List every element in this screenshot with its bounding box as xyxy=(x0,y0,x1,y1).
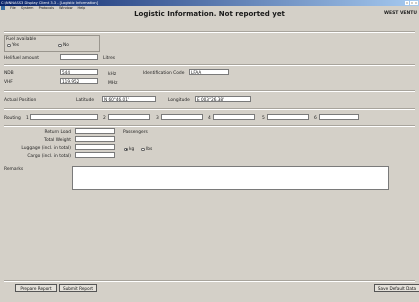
page-title: Logistic Information. Not reported yet xyxy=(134,10,285,18)
helifuel-label: Helifuel amount xyxy=(4,56,40,61)
footer-divider xyxy=(4,280,415,282)
remarks-label: Remarks xyxy=(4,167,24,172)
vhf-unit: MHz xyxy=(108,81,118,86)
fuel-yes-label: Yes xyxy=(12,43,20,48)
luggage-input[interactable] xyxy=(75,144,115,150)
ndb-unit: kHz xyxy=(108,72,117,77)
ndb-label: NDB xyxy=(4,71,14,76)
routing-point-input[interactable] xyxy=(161,114,203,120)
vhf-label: VHF xyxy=(4,80,13,85)
routing-point-input[interactable] xyxy=(267,114,309,120)
cargo-input[interactable] xyxy=(75,152,115,158)
ndb-input[interactable]: 544 xyxy=(60,69,98,75)
title-divider xyxy=(4,31,415,33)
luggage-label: Luggage (incl. in total) xyxy=(21,146,71,151)
cargo-label: Cargo (incl. in total) xyxy=(27,154,71,159)
routing-point-number: 1 xyxy=(26,116,29,121)
section-divider xyxy=(4,64,415,66)
identification-code-label: Identification Code xyxy=(143,71,185,76)
section-divider xyxy=(4,108,415,110)
routing-point-number: 3 xyxy=(156,116,159,121)
routing-point-number: 2 xyxy=(103,116,106,121)
prepare-report-button[interactable]: Prepare Report xyxy=(15,284,57,292)
routing-point-input[interactable] xyxy=(319,114,359,120)
routing-point-number: 4 xyxy=(208,116,211,121)
actual-position-label: Actual Position xyxy=(4,98,37,103)
total-weight-input[interactable] xyxy=(75,136,115,142)
section-divider xyxy=(4,90,415,92)
submit-report-button[interactable]: Submit Report xyxy=(59,284,97,292)
longitude-label: Longitude xyxy=(168,98,190,103)
total-weight-label: Total Weight xyxy=(44,138,71,143)
unit-kg-radio[interactable] xyxy=(124,147,128,151)
routing-point-number: 6 xyxy=(314,116,317,121)
fuel-yes-radio[interactable] xyxy=(7,43,11,47)
return-load-label: Return Load xyxy=(44,130,72,135)
fuel-no-label: No xyxy=(63,43,69,48)
fuel-no-radio[interactable] xyxy=(58,43,62,47)
routing-point-input[interactable] xyxy=(108,114,150,120)
routing-label: Routing xyxy=(4,116,21,121)
installation-name: WEST VENTU xyxy=(384,11,417,16)
routing-point-input[interactable] xyxy=(30,114,98,120)
fuel-available-label: Fuel available xyxy=(6,37,37,42)
maximize-icon[interactable] xyxy=(409,1,414,5)
section-divider xyxy=(4,125,415,127)
window-title: C:\NNNASS3 Display Client 3.3 - [Logisti… xyxy=(1,1,99,5)
minimize-icon[interactable] xyxy=(405,1,409,5)
identification-code-input[interactable]: LFAA xyxy=(189,69,229,75)
return-load-input[interactable] xyxy=(75,128,115,134)
save-default-data-button[interactable]: Save Default Data xyxy=(374,284,419,292)
unit-lbs-label: lbs xyxy=(146,147,153,152)
routing-point-number: 5 xyxy=(262,116,265,121)
helifuel-input[interactable] xyxy=(60,54,98,60)
longitude-input[interactable]: E 003°26.38' xyxy=(195,96,251,102)
unit-kg-label: kg xyxy=(129,147,135,152)
vhf-input[interactable]: 119.952 xyxy=(60,78,98,84)
remarks-textarea[interactable] xyxy=(72,166,389,190)
latitude-label: Latitude xyxy=(76,98,95,103)
close-icon[interactable] xyxy=(414,1,418,5)
routing-point-input[interactable] xyxy=(213,114,255,120)
latitude-input[interactable]: N 60°46.01' xyxy=(102,96,156,102)
unit-lbs-radio[interactable] xyxy=(141,147,145,151)
helifuel-unit: Litres xyxy=(103,56,116,61)
passengers-label: Passengers xyxy=(123,130,148,135)
